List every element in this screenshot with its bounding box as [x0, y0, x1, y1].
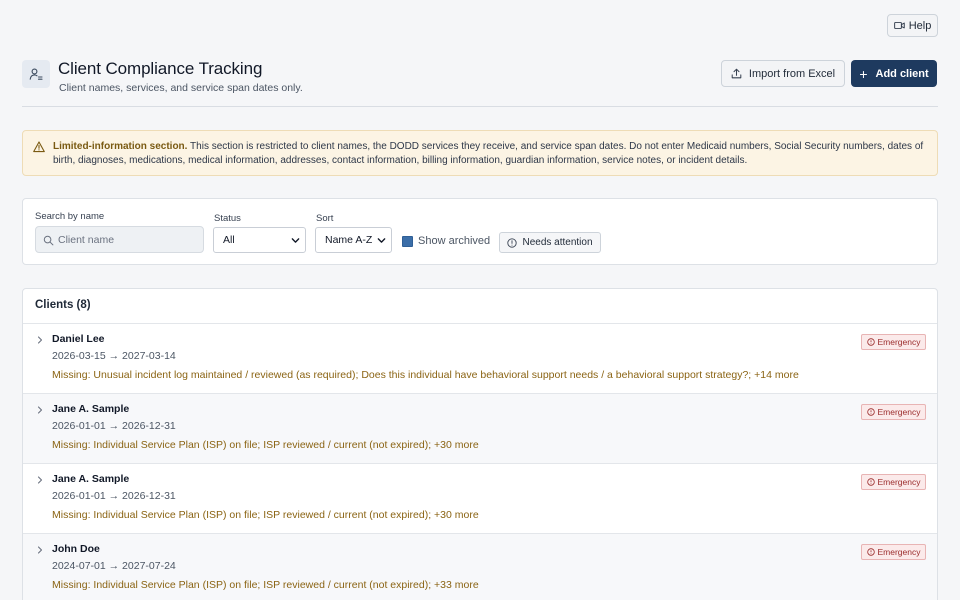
sort-select[interactable]: Name A-Z [315, 227, 392, 253]
client-missing: Missing: Individual Service Plan (ISP) o… [52, 579, 479, 591]
client-name: Daniel Lee [52, 333, 105, 345]
client-dates: 2024-07-01 → 2027-07-24 [52, 560, 176, 572]
needs-attention-button[interactable]: Needs attention [499, 232, 601, 253]
help-button[interactable]: Help [887, 14, 938, 37]
clients-panel: Clients (8) Daniel Lee 2026-03-15 → 2027… [22, 288, 938, 600]
client-missing: Missing: Individual Service Plan (ISP) o… [52, 439, 479, 451]
search-label: Search by name [35, 211, 105, 222]
page-subtitle: Client names, services, and service span… [59, 82, 303, 94]
alert-circle-icon [507, 237, 518, 248]
page-title: Client Compliance Tracking [58, 59, 263, 78]
show-archived-label: Show archived [418, 235, 491, 247]
search-field[interactable] [35, 226, 204, 253]
import-from-excel-button[interactable]: Import from Excel [721, 60, 845, 87]
show-archived-checkbox[interactable] [402, 235, 413, 247]
needs-attention-label: Needs attention [522, 237, 593, 248]
badge-label: Emergency [877, 547, 921, 557]
client-missing: Missing: Unusual incident log maintained… [52, 369, 799, 381]
status-badge: Emergency [861, 404, 926, 420]
add-client-button[interactable]: + Add client [851, 60, 937, 87]
status-badge: Emergency [861, 544, 926, 560]
client-dates: 2026-01-01 → 2026-12-31 [52, 420, 176, 432]
client-row[interactable]: John Doe 2024-07-01 → 2027-07-24 Missing… [23, 533, 937, 600]
badge-label: Emergency [877, 337, 921, 347]
chevron-right-icon[interactable] [36, 476, 44, 484]
client-row[interactable]: Jane A. Sample 2026-01-01 → 2026-12-31 M… [23, 463, 937, 533]
client-name: Jane A. Sample [52, 403, 130, 415]
sort-label: Sort [316, 213, 334, 224]
search-icon [43, 235, 54, 246]
help-label: Help [908, 19, 932, 32]
alert-circle-icon [866, 478, 875, 486]
alert-circle-icon [866, 548, 875, 556]
chevron-down-icon [377, 238, 386, 243]
badge-label: Emergency [877, 477, 921, 487]
status-badge: Emergency [861, 334, 926, 350]
warning-icon [33, 141, 45, 153]
client-dates: 2026-01-01 → 2026-12-31 [52, 490, 176, 502]
user-list-icon [22, 60, 50, 88]
filters-panel: Search by name Status All Sort Name A-Z … [22, 198, 938, 265]
alert-title: Limited-information section. [53, 141, 188, 152]
client-row[interactable]: Jane A. Sample 2026-01-01 → 2026-12-31 M… [23, 393, 937, 463]
chevron-right-icon[interactable] [36, 406, 44, 414]
client-missing: Missing: Individual Service Plan (ISP) o… [52, 509, 479, 521]
client-name: Jane A. Sample [52, 473, 130, 485]
alert-circle-icon [866, 408, 875, 416]
chevron-down-icon [291, 238, 300, 243]
clients-title: Clients (8) [35, 299, 91, 311]
status-select[interactable]: All [213, 227, 306, 253]
status-value: All [223, 234, 235, 246]
client-row[interactable]: Daniel Lee 2026-03-15 → 2027-03-14 Missi… [23, 323, 937, 393]
limited-information-alert: Limited-information section. This sectio… [22, 130, 938, 176]
alert-circle-icon [866, 338, 875, 346]
plus-icon: + [859, 65, 868, 82]
show-archived-toggle[interactable]: Show archived [402, 235, 490, 247]
client-dates: 2026-03-15 → 2027-03-14 [52, 350, 176, 362]
status-label: Status [214, 213, 241, 224]
client-name: John Doe [52, 543, 100, 555]
video-icon [893, 21, 905, 30]
status-badge: Emergency [861, 474, 926, 490]
search-input[interactable] [58, 227, 198, 252]
chevron-right-icon[interactable] [36, 546, 44, 554]
sort-value: Name A-Z [325, 234, 373, 246]
badge-label: Emergency [877, 407, 921, 417]
upload-icon [731, 68, 742, 79]
add-client-label: Add client [875, 67, 929, 80]
import-label: Import from Excel [748, 67, 836, 80]
chevron-right-icon[interactable] [36, 336, 44, 344]
